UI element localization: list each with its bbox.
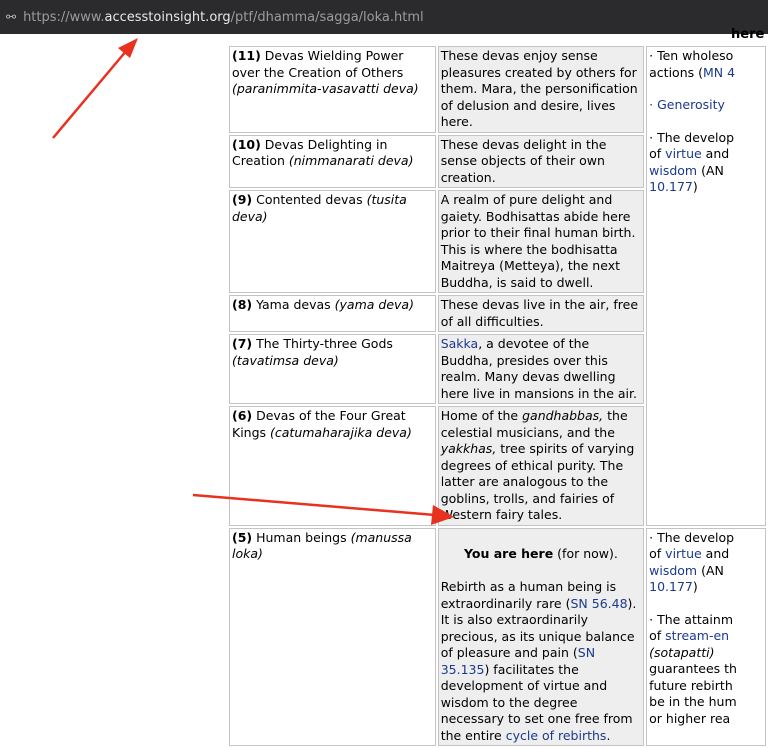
- practice-text: and: [701, 546, 730, 561]
- sutta-link-an[interactable]: 10.177: [649, 579, 693, 594]
- realm-pali: (paranimmita-vasavatti deva): [232, 81, 419, 96]
- realm-number: (11): [232, 48, 261, 63]
- virtue-link[interactable]: virtue: [665, 546, 702, 561]
- realm-name-cell: (10) Devas Delighting in Creation (nimma…: [229, 134, 436, 188]
- arrow-head: [118, 38, 138, 58]
- site-settings-icon[interactable]: ⚯: [6, 10, 16, 24]
- realms-table: (11) Devas Wielding Power over the Creat…: [227, 44, 768, 748]
- practice-text: (AN: [697, 162, 724, 178]
- practice-text: · Ten wholeso: [649, 48, 734, 63]
- realm-name: The Thirty-three Gods: [252, 336, 393, 351]
- realm-name: Human beings: [252, 529, 351, 545]
- practice-text: (AN: [697, 562, 724, 578]
- url-path: /ptf/dhamma/sagga/loka.html: [230, 9, 424, 25]
- practice-line: of virtue and: [649, 546, 763, 563]
- practice-text: · The develop: [649, 129, 735, 145]
- wisdom-link[interactable]: wisdom: [649, 563, 697, 578]
- practice-text: and: [701, 146, 730, 161]
- practice-line: 10.177): [649, 579, 763, 596]
- realm-name-cell: (6) Devas of the Four Great Kings (catum…: [229, 406, 436, 526]
- realm-number: (6): [232, 408, 253, 423]
- realm-description: .: [606, 727, 611, 743]
- virtue-link[interactable]: virtue: [665, 146, 702, 161]
- realm-number: (5): [232, 529, 253, 545]
- practice-cell-lower: · The develop of virtue and wisdom (AN 1…: [646, 527, 766, 746]
- url-prefix: https://www.: [23, 9, 105, 25]
- realm-number: (10): [232, 136, 261, 152]
- realm-description-cell: A realm of pure delight and gaiety. Bodh…: [437, 190, 645, 293]
- sutta-link-mn[interactable]: MN 4: [703, 65, 735, 80]
- realm-description: These devas live in the air, free of all…: [440, 297, 639, 329]
- generosity-link[interactable]: · Generosity: [649, 97, 725, 112]
- realm-pali: (nimmanarati deva): [288, 153, 414, 168]
- realm-description-cell: These devas delight in the sense objects…: [437, 134, 645, 188]
- cycle-of-rebirths-link[interactable]: cycle of rebirths: [506, 728, 607, 743]
- wisdom-link[interactable]: wisdom: [649, 163, 697, 178]
- realm-description: These devas delight in the sense objects…: [440, 136, 607, 185]
- practice-line: 10.177): [649, 179, 763, 196]
- realm-description-cell: Sakka, a devotee of the Buddha, presides…: [437, 334, 645, 404]
- realm-description-italic: gandhabbas,: [522, 408, 604, 423]
- practice-line: wisdom (AN: [649, 163, 763, 180]
- human-rebirth-text: Rebirth as a human being is extraordinar…: [441, 579, 641, 744]
- practice-text: be in the hum: [649, 694, 737, 709]
- practice-text: actions (: [649, 64, 703, 80]
- sutta-link-sn-56-48[interactable]: SN 56.48: [570, 596, 627, 611]
- column-header-partial: here: [731, 27, 765, 42]
- practice-text: of: [649, 628, 666, 643]
- realm-description-cell: These devas live in the air, free of all…: [437, 295, 645, 332]
- realm-pali: (tavatimsa deva): [232, 352, 339, 368]
- practice-text: of: [649, 546, 666, 561]
- realm-description-cell: You are here (for now). Rebirth as a hum…: [437, 527, 645, 746]
- practice-text: of: [649, 146, 666, 161]
- realm-pali: (catumaharajika deva): [270, 424, 412, 440]
- realm-name: Contented devas: [252, 192, 367, 207]
- practice-line: actions (MN 4: [649, 65, 763, 82]
- you-are-here-label: You are here: [463, 545, 554, 561]
- practice-line: · Generosity: [649, 97, 763, 114]
- practice-text: or higher rea: [649, 710, 731, 726]
- practice-text: · The develop: [649, 529, 735, 545]
- realm-number: (7): [232, 336, 253, 351]
- realm-name-cell: (11) Devas Wielding Power over the Creat…: [229, 46, 436, 133]
- practice-cell-upper: · Ten wholeso actions (MN 4 · Generosity…: [646, 46, 766, 526]
- realm-description-italic: yakkhas,: [440, 441, 497, 456]
- annotation-arrow-url: [52, 38, 138, 139]
- practice-line: of virtue and: [649, 146, 763, 163]
- stream-entry-link[interactable]: stream-en: [665, 628, 729, 643]
- realm-description: A realm of pure delight and gaiety. Bodh…: [440, 192, 636, 290]
- practice-text-italic: (sotapatti): [649, 644, 715, 660]
- realm-number: (9): [232, 192, 253, 207]
- practice-text: ): [692, 179, 698, 194]
- you-are-here-rest: (for now).: [553, 545, 618, 561]
- practice-text: guarantees th: [649, 661, 737, 676]
- realm-description-cell: Home of the gandhabbas, the celestial mu…: [437, 406, 645, 526]
- realm-name-cell: (7) The Thirty-three Gods (tavatimsa dev…: [229, 334, 436, 404]
- browser-address-bar[interactable]: ⚯ https://www.accesstoinsight.org/ptf/dh…: [0, 0, 768, 34]
- practice-text: ): [692, 579, 698, 594]
- practice-text: future rebirth: [649, 677, 733, 693]
- practice-line: of stream-en: [649, 628, 763, 645]
- practice-line: wisdom (AN: [649, 563, 763, 580]
- sakka-link[interactable]: Sakka: [441, 336, 479, 351]
- url-text[interactable]: https://www.accesstoinsight.org/ptf/dham…: [23, 10, 424, 25]
- realm-name: Yama devas: [252, 297, 335, 312]
- realm-name-cell: (8) Yama devas (yama deva): [229, 295, 436, 332]
- sutta-link-an[interactable]: 10.177: [649, 179, 693, 194]
- realm-name-cell: (9) Contented devas (tusita deva): [229, 190, 436, 293]
- you-are-here: You are here (for now).: [441, 546, 641, 563]
- url-domain: accesstoinsight.org: [104, 9, 231, 25]
- practice-text: · The attainm: [649, 611, 734, 627]
- realm-number: (8): [232, 297, 253, 312]
- table-row: (5) Human beings (manussa loka) You are …: [229, 527, 766, 746]
- realm-pali: (yama deva): [334, 297, 414, 312]
- arrow-shaft: [52, 49, 128, 139]
- realm-description: These devas enjoy sense pleasures create…: [440, 48, 638, 129]
- realm-name-cell: (5) Human beings (manussa loka): [229, 527, 436, 746]
- table-row: (11) Devas Wielding Power over the Creat…: [229, 46, 766, 526]
- realm-description-cell: These devas enjoy sense pleasures create…: [437, 46, 645, 133]
- realm-description: Home of the: [440, 408, 523, 423]
